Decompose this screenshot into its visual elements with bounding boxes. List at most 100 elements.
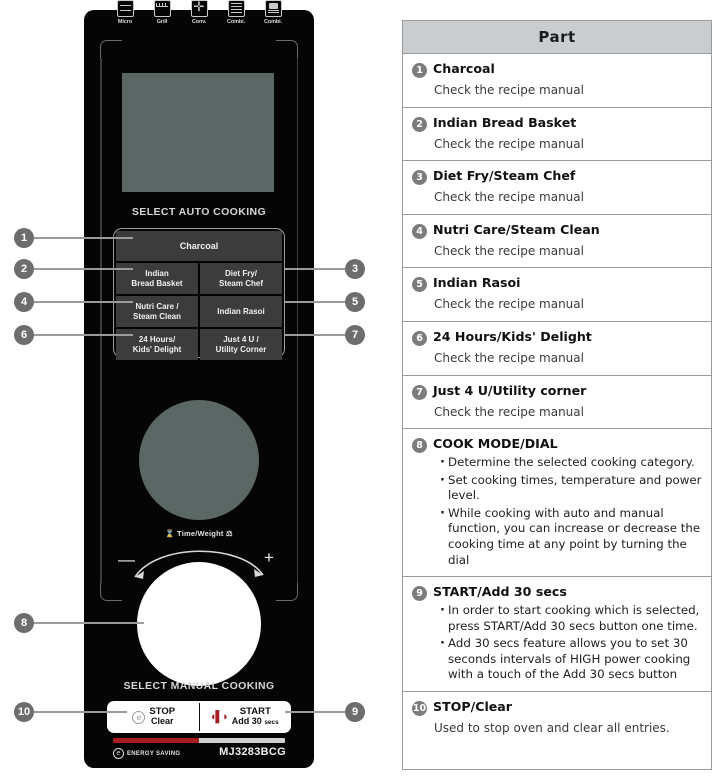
increase-icon: + — [264, 548, 274, 567]
microwave-icon — [116, 0, 134, 17]
cooking-mode-icon-row: Micro Grill Conv. Combi. Combi. — [84, 0, 314, 32]
cook-mode-dial[interactable] — [137, 562, 261, 686]
row-bullet-list: In order to start cooking which is selec… — [440, 602, 702, 683]
energy-saving-badge: e ENERGY SAVING — [113, 748, 180, 759]
table-row-heading: 1 Charcoal — [412, 61, 702, 78]
control-panel-figure: Micro Grill Conv. Combi. Combi. SELECT A… — [0, 0, 398, 777]
row-title: COOK MODE/DIAL — [433, 436, 558, 452]
row-title: 24 Hours/Kids' Delight — [433, 328, 592, 344]
callout-line-3 — [285, 268, 345, 270]
row-description: Check the recipe manual — [434, 190, 584, 205]
row-title: Indian Rasoi — [433, 275, 521, 291]
row-title: STOP/Clear — [433, 698, 513, 714]
row-title: START/Add 30 secs — [433, 584, 567, 600]
time-weight-text: Time/Weight — [177, 529, 224, 538]
table-row-heading: 2 Indian Bread Basket — [412, 115, 702, 132]
mode-item-grill[interactable]: Grill — [148, 0, 176, 25]
bracket-line-left — [100, 58, 102, 583]
mode-item-combi-1[interactable]: Combi. — [222, 0, 250, 25]
row-description: Check the recipe manual — [434, 297, 584, 312]
row-number-badge: 8 — [412, 438, 427, 454]
combi-2-icon — [264, 0, 282, 17]
table-row-heading: 7 Just 4 U/Utility corner — [412, 383, 702, 400]
row-description: Check the recipe manual — [434, 136, 584, 151]
table-row: 9 START/Add 30 secs In order to start cook… — [403, 577, 711, 692]
mode-item-combi-2[interactable]: Combi. — [259, 0, 287, 25]
button-charcoal[interactable]: Charcoal — [116, 231, 282, 261]
button-row-4: 24 Hours/Kids' Delight Just 4 U / Utility… — [116, 329, 282, 360]
secs-text: secs — [264, 719, 279, 727]
mode-label-combi-1: Combi. — [226, 19, 246, 25]
parts-table: Part 1 Charcoal Check the recipe manual 2 In… — [402, 20, 712, 770]
auto-cooking-button-grid: Charcoal Indian Bread Basket Diet Fry/Ste… — [113, 228, 285, 360]
row-title: Charcoal — [433, 61, 495, 76]
button-indian-rasoi[interactable]: Indian Rasoi — [200, 296, 282, 327]
table-row: 5 Indian Rasoi Check the recipe manual — [403, 268, 711, 322]
row-number-badge: 1 — [412, 63, 427, 78]
row-number-badge: 3 — [412, 170, 427, 186]
grill-icon — [153, 0, 171, 17]
table-row: 1 Charcoal Check the recipe manual — [403, 54, 711, 108]
row-bullet: Add 30 secs feature allows you to set 30… — [440, 635, 702, 683]
start-add30-button[interactable]: ◖▌◗ START Add 30 secs — [200, 703, 290, 731]
table-row: 10 STOP/Clear Used to stop oven and clear … — [403, 692, 711, 745]
mode-item-micro[interactable]: Micro — [111, 0, 139, 25]
select-auto-cooking-label: SELECT AUTO COOKING — [131, 206, 267, 218]
button-row-2: Indian Bread Basket Diet Fry/Steam Chef — [116, 263, 282, 294]
callout-3: 3 — [285, 259, 365, 279]
callout-10: 10 — [14, 702, 127, 722]
callout-line-8 — [34, 622, 144, 624]
row-title: Diet Fry/Steam Chef — [433, 168, 576, 184]
row-bullet: In order to start cooking which is selec… — [440, 602, 702, 634]
decrease-icon: — — [118, 550, 135, 569]
table-row-heading: 6 24 Hours/Kids' Delight — [412, 329, 702, 346]
callout-line-1 — [34, 237, 133, 239]
table-row-heading: 4 Nutri Care/Steam Clean — [412, 222, 702, 239]
upper-dial-ring[interactable] — [139, 400, 259, 520]
row-description: Check the recipe manual — [434, 243, 584, 258]
callout-number-3: 3 — [345, 259, 365, 279]
table-row-heading: 10 STOP/Clear — [412, 699, 702, 716]
bracket-top-right — [276, 40, 298, 58]
table-body: 1 Charcoal Check the recipe manual 2 Indian … — [403, 54, 711, 745]
table-row: 3 Diet Fry/Steam Chef Check the recipe man… — [403, 161, 711, 215]
hourglass-icon: ⌛ — [165, 529, 175, 538]
table-row: 8 COOK MODE/DIAL Determine the selected co… — [403, 429, 711, 578]
table-row-heading: 9 START/Add 30 secs — [412, 584, 702, 602]
row-description: Used to stop oven and clear all entries. — [434, 720, 670, 735]
row-number-badge: 4 — [412, 223, 427, 239]
stop-clear-label: STOP Clear — [149, 706, 175, 727]
bracket-bottom-left — [100, 583, 122, 601]
mode-label-grill: Grill — [156, 19, 168, 25]
row-description: Check the recipe manual — [434, 404, 584, 419]
convection-icon — [190, 0, 208, 17]
button-just-4-u-utility-corner[interactable]: Just 4 U / Utility Corner — [200, 329, 282, 360]
mode-label-conv: Conv. — [191, 19, 207, 25]
start-add30-label: START Add 30 secs — [232, 706, 279, 727]
row-title: Indian Bread Basket — [433, 114, 577, 130]
button-row-3: Nutri Care / Steam Clean Indian Rasoi — [116, 296, 282, 327]
table-row-heading: 5 Indian Rasoi — [412, 275, 702, 293]
callout-number-1: 1 — [14, 228, 34, 248]
callout-line-5 — [285, 301, 345, 303]
mode-item-conv[interactable]: Conv. — [185, 0, 213, 25]
time-weight-label: ⌛ Time/Weight ⚖ — [84, 529, 314, 538]
callout-number-6: 6 — [14, 325, 34, 345]
callout-5: 5 — [285, 292, 365, 312]
row-description: Check the recipe manual — [434, 350, 584, 365]
row-bullet: While cooking with auto and manual funct… — [440, 505, 702, 568]
table-row: 2 Indian Bread Basket Check the recipe man… — [403, 108, 711, 162]
button-diet-fry-steam-chef[interactable]: Diet Fry/Steam Chef — [200, 263, 282, 294]
weight-icon: ⚖ — [225, 529, 233, 538]
mode-label-micro: Micro — [117, 19, 133, 25]
callout-number-10: 10 — [14, 702, 34, 722]
lcd-display — [122, 73, 274, 192]
callout-line-4 — [34, 301, 133, 303]
combi-1-icon — [227, 0, 245, 17]
callout-7: 7 — [285, 325, 365, 345]
callout-line-9 — [285, 711, 345, 713]
bracket-line-right — [296, 58, 298, 583]
eco-icon: e — [132, 710, 146, 724]
callout-number-8: 8 — [14, 613, 34, 633]
callout-1: 1 — [14, 228, 133, 248]
